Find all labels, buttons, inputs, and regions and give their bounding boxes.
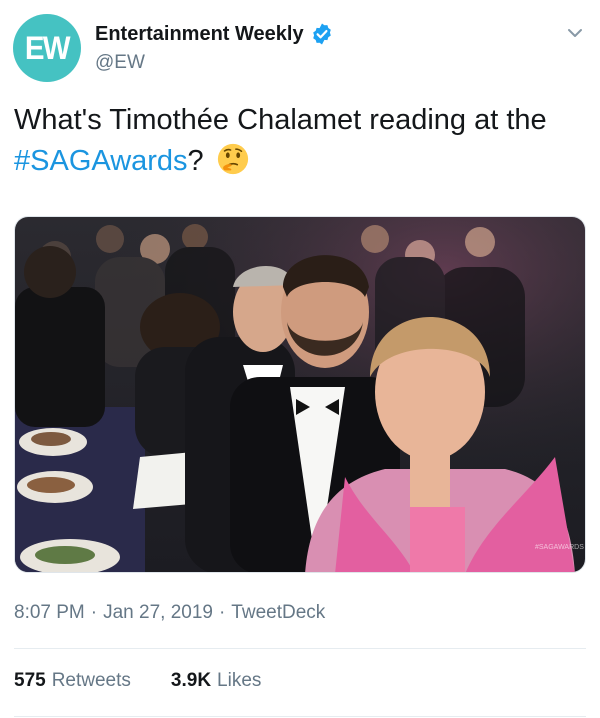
display-name[interactable]: Entertainment Weekly	[95, 23, 304, 46]
name-row: Entertainment Weekly	[95, 22, 334, 46]
tweet-photo[interactable]: #SAGAWARDS	[14, 216, 586, 573]
avatar[interactable]: EW	[13, 14, 81, 82]
likes-stat[interactable]: 3.9K Likes	[171, 670, 262, 692]
retweets-stat[interactable]: 575 Retweets	[14, 670, 131, 692]
retweets-count: 575	[14, 670, 46, 691]
user-handle[interactable]: @EW	[95, 52, 145, 74]
chevron-down-icon[interactable]	[566, 24, 584, 42]
tweet-text-body: What's Timothée Chalamet reading at the	[14, 104, 547, 136]
meta-separator: ·	[218, 602, 226, 623]
tweet-date[interactable]: Jan 27, 2019	[103, 602, 213, 623]
event-photo-illustration: #SAGAWARDS	[15, 217, 585, 572]
verified-badge-icon	[312, 23, 331, 45]
tweet-text: What's Timothée Chalamet reading at the …	[14, 100, 589, 182]
meta-separator: ·	[90, 602, 98, 623]
tweet-stats: 575 Retweets 3.9K Likes	[14, 670, 261, 692]
likes-label: Likes	[217, 670, 262, 691]
tweet-header: EW Entertainment Weekly @EW	[0, 0, 600, 100]
divider	[14, 648, 586, 649]
divider	[14, 716, 586, 717]
avatar-logo-text: EW	[25, 29, 71, 66]
likes-count: 3.9K	[170, 670, 212, 691]
tweet-time[interactable]: 8:07 PM	[14, 602, 85, 623]
retweets-label: Retweets	[51, 670, 131, 691]
tweet-source[interactable]: TweetDeck	[231, 602, 325, 623]
hashtag-link[interactable]: #SAGAwards	[14, 145, 188, 177]
tweet-meta: 8:07 PM · Jan 27, 2019 · TweetDeck	[14, 602, 325, 624]
thinking-face-emoji-icon	[217, 143, 248, 175]
tweet-text-end: ?	[187, 145, 204, 177]
photo-watermark: #SAGAWARDS	[535, 544, 584, 551]
